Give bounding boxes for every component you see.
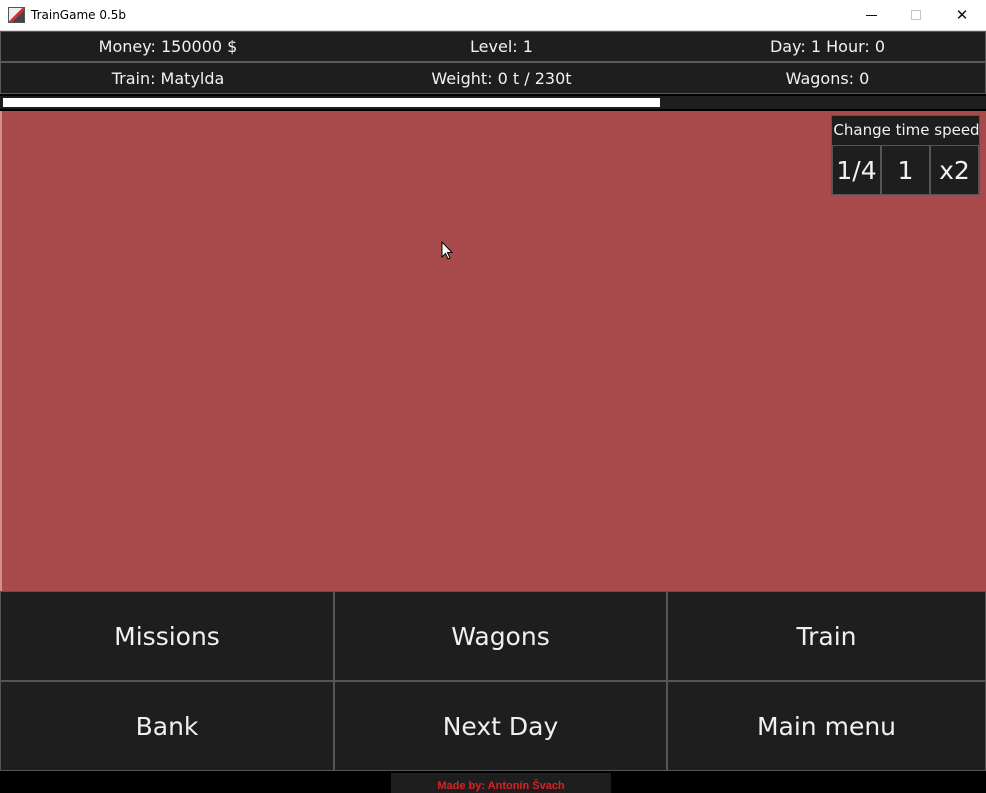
money-label: Money: 150000 $ bbox=[98, 37, 238, 56]
time-speed-title: Change time speed bbox=[833, 120, 980, 139]
speed-double-button[interactable]: x2 bbox=[930, 145, 979, 195]
minimize-button[interactable] bbox=[848, 0, 894, 30]
time-speed-panel: Change time speed 1/4 1 x2 bbox=[831, 115, 980, 195]
footer: Made by: Antonín Švach bbox=[0, 771, 986, 793]
mouse-cursor-icon bbox=[441, 241, 454, 260]
wagons-label: Wagons: 0 bbox=[785, 68, 870, 88]
minimize-icon bbox=[865, 14, 877, 16]
time-label: Day: 1 Hour: 0 bbox=[769, 37, 886, 56]
status-bar-top: Money: 150000 $ Level: 1 Day: 1 Hour: 0 bbox=[0, 31, 986, 62]
status-bar-train: Train: Matylda Weight: 0 t / 230t Wagons… bbox=[0, 62, 986, 94]
speed-normal-button[interactable]: 1 bbox=[881, 145, 930, 195]
window-titlebar: TrainGame 0.5b ✕ bbox=[0, 0, 986, 31]
train-label: Train: Matylda bbox=[111, 68, 225, 88]
next-day-button[interactable]: Next Day bbox=[334, 681, 667, 771]
maximize-button[interactable] bbox=[893, 0, 939, 30]
window-title: TrainGame 0.5b bbox=[31, 8, 127, 22]
wagons-button[interactable]: Wagons bbox=[334, 591, 667, 681]
missions-button[interactable]: Missions bbox=[0, 591, 334, 681]
speed-quarter-button[interactable]: 1/4 bbox=[832, 145, 881, 195]
maximize-icon bbox=[911, 10, 921, 20]
train-button[interactable]: Train bbox=[667, 591, 986, 681]
main-menu-grid: Missions Wagons Train Bank Next Day Main… bbox=[0, 591, 986, 771]
weight-label: Weight: 0 t / 230t bbox=[431, 68, 572, 88]
progress-bar bbox=[0, 94, 986, 111]
level-label: Level: 1 bbox=[470, 37, 533, 56]
close-icon: ✕ bbox=[955, 6, 969, 24]
progress-fill bbox=[3, 98, 660, 107]
bank-button[interactable]: Bank bbox=[0, 681, 334, 771]
app-icon bbox=[8, 7, 25, 23]
close-button[interactable]: ✕ bbox=[939, 0, 985, 30]
credit-label: Made by: Antonín Švach bbox=[391, 773, 611, 793]
main-menu-button[interactable]: Main menu bbox=[667, 681, 986, 771]
